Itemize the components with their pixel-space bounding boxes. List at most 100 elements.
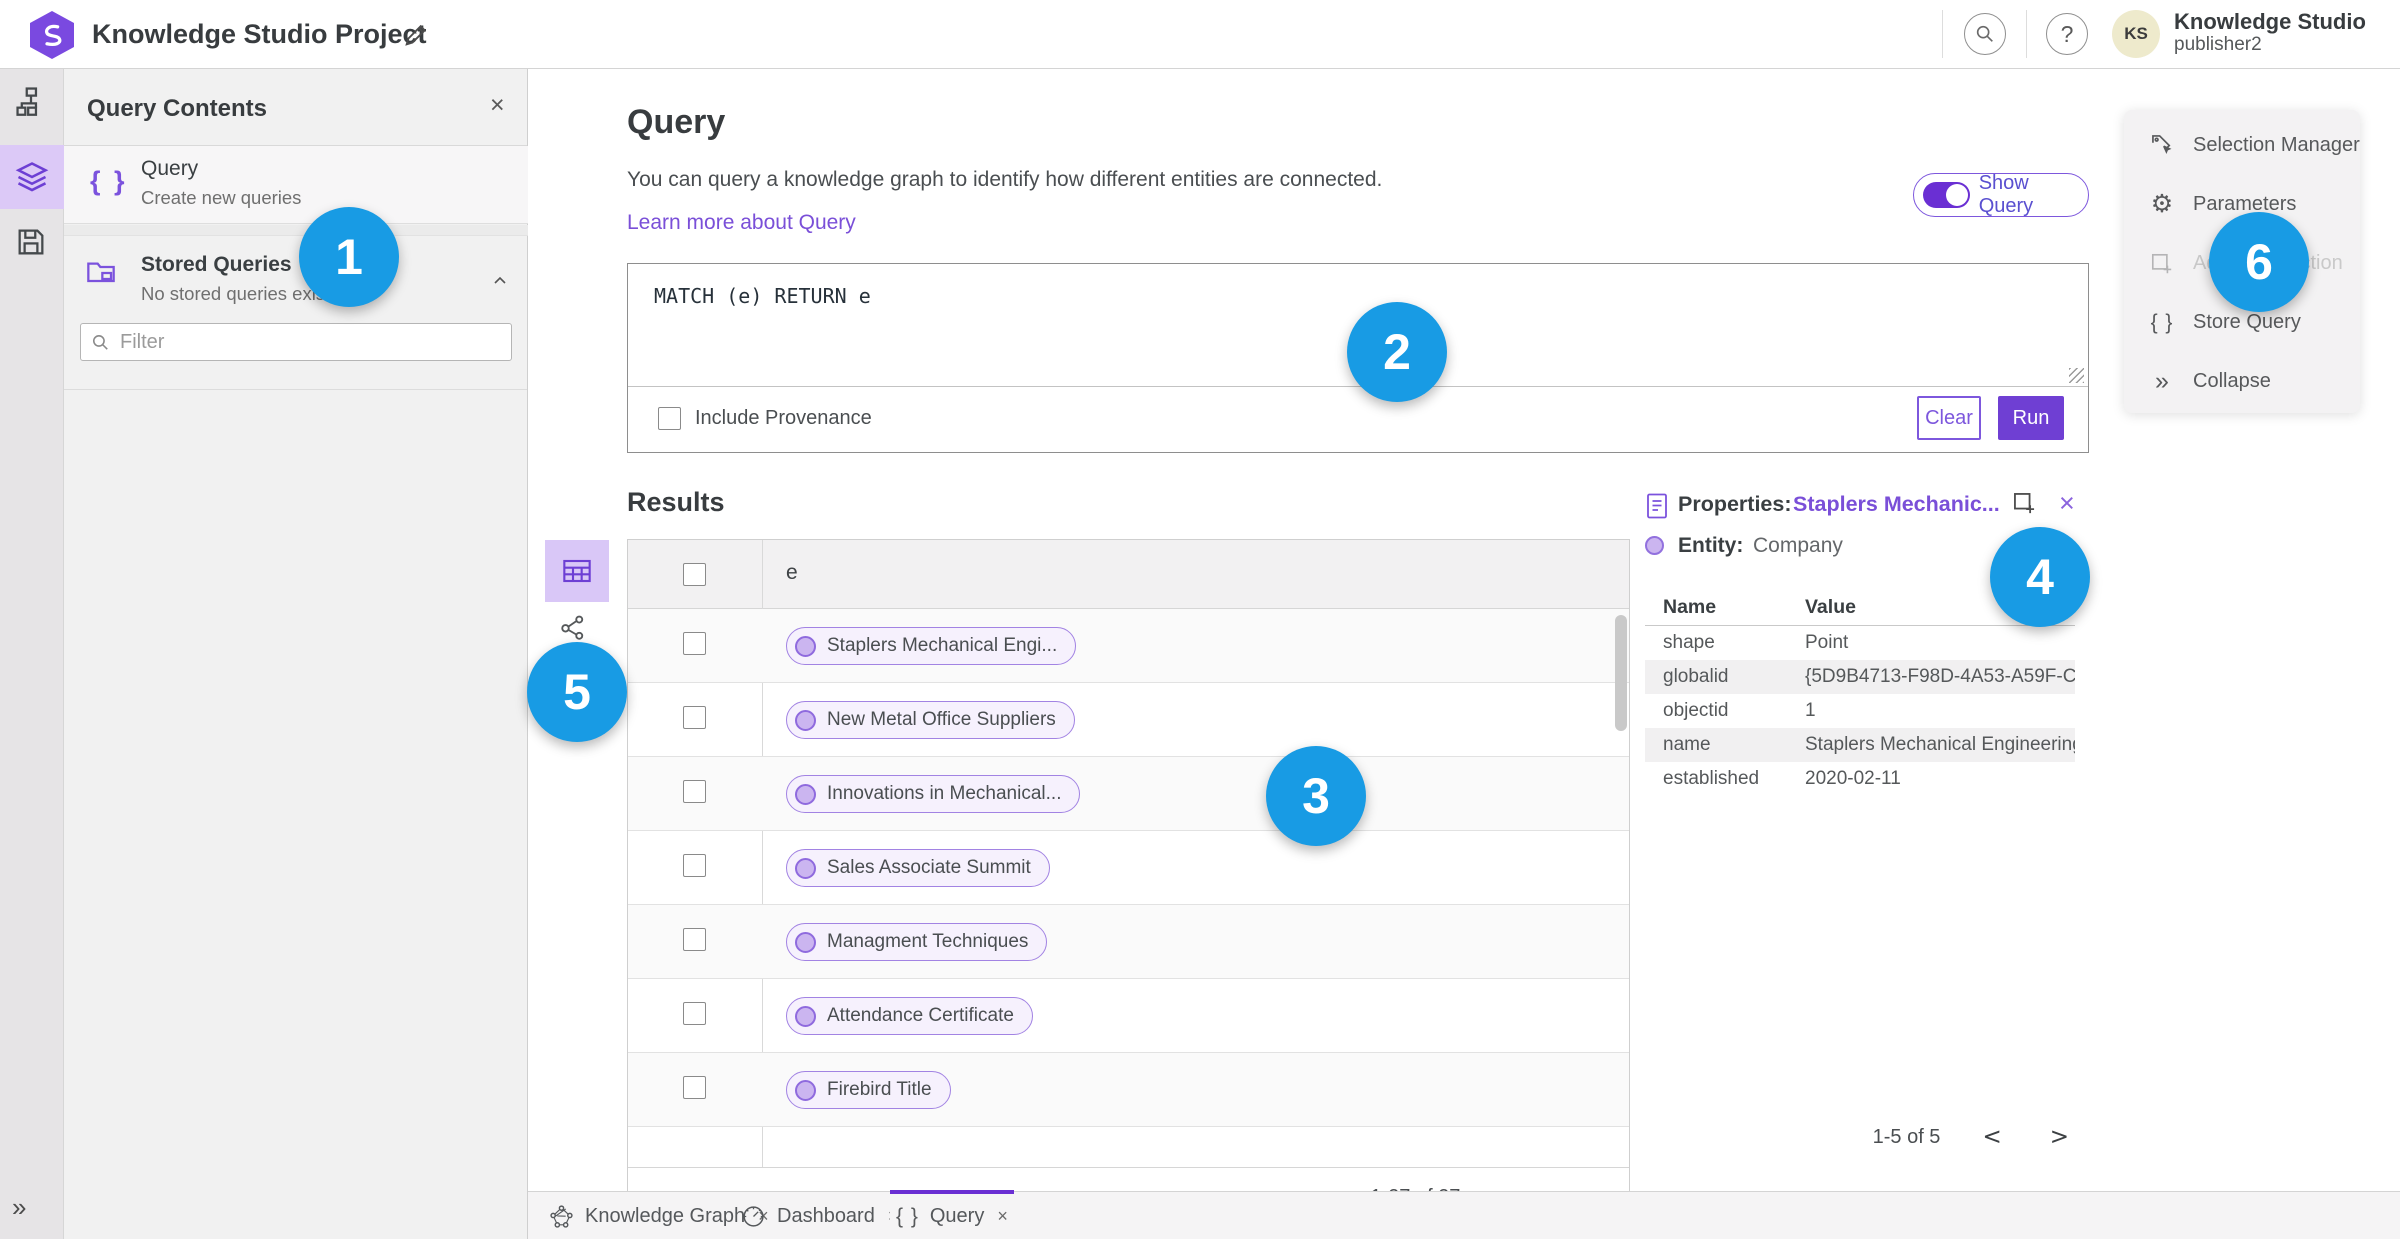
property-value: 1 — [1805, 700, 1816, 721]
annotation-circle-5: 5 — [527, 642, 627, 742]
table-row: Innovations in Mechanical... — [628, 757, 1629, 831]
user-menu[interactable]: Knowledge Studio publisher2 — [2174, 9, 2366, 56]
results-table: e Staplers Mechanical Engi... New Metal O… — [627, 539, 1630, 1228]
property-value: 2020-02-11 — [1805, 768, 1901, 789]
properties-range: 1-5 of 5 — [1872, 1125, 1941, 1148]
layers-tool-active[interactable] — [0, 145, 64, 209]
select-all-checkbox[interactable] — [683, 563, 706, 586]
sidebar-item-query[interactable]: { } Query Create new queries — [64, 146, 528, 224]
link-chart-icon — [561, 615, 584, 640]
properties-prev-page-icon[interactable]: < — [1976, 1124, 2007, 1150]
entity-dot-icon — [795, 635, 816, 657]
entity-chip-label: Staplers Mechanical Engi... — [827, 635, 1058, 656]
toggle-on-icon — [1923, 182, 1970, 208]
table-row: Managment Techniques — [628, 905, 1629, 979]
stored-queries-subtitle: No stored queries exist — [141, 283, 331, 304]
row-checkbox[interactable] — [683, 1002, 706, 1025]
entity-chip[interactable]: Managment Techniques — [786, 923, 1048, 961]
show-query-toggle[interactable]: Show Query — [1913, 172, 2089, 217]
query-textarea[interactable]: MATCH (e) RETURN e — [654, 284, 871, 308]
knowledge-studio-logo-icon — [30, 11, 74, 59]
property-name: name — [1663, 734, 1711, 755]
entity-dot-icon — [795, 783, 816, 805]
row-checkbox[interactable] — [683, 1076, 706, 1099]
tool-item-label: Store Query — [2193, 311, 2301, 333]
search-button[interactable] — [1964, 13, 2006, 55]
entity-chip[interactable]: Firebird Title — [786, 1071, 951, 1109]
stored-queries-folder-icon — [87, 262, 115, 283]
entity-chip[interactable]: Sales Associate Summit — [786, 849, 1050, 887]
filter-input[interactable] — [120, 330, 501, 354]
properties-close-icon[interactable]: × — [2059, 488, 2075, 519]
entity-chip[interactable]: Innovations in Mechanical... — [786, 775, 1081, 813]
tab-dashboard[interactable]: Dashboard× — [735, 1192, 904, 1239]
braces-icon: { } — [2150, 311, 2174, 334]
row-checkbox[interactable] — [683, 706, 706, 729]
row-checkbox[interactable] — [683, 928, 706, 951]
data-model-icon[interactable] — [14, 85, 50, 121]
property-row: name Staplers Mechanical Engineering — [1645, 728, 2075, 762]
stored-queries-title: Stored Queries — [141, 253, 292, 276]
chevron-up-icon[interactable] — [492, 273, 508, 289]
save-icon[interactable] — [14, 225, 50, 261]
annotation-circle-2: 2 — [1347, 302, 1447, 402]
tab-close-icon[interactable]: × — [995, 1206, 1008, 1227]
entity-chip[interactable]: New Metal Office Suppliers — [786, 701, 1075, 739]
entity-chip-label: Sales Associate Summit — [827, 857, 1031, 878]
query-main-area: Query You can query a knowledge graph to… — [528, 69, 2400, 1228]
user-avatar[interactable]: KS — [2112, 10, 2160, 58]
entity-chip[interactable]: Attendance Certificate — [786, 997, 1033, 1035]
run-button[interactable]: Run — [1998, 396, 2064, 440]
entity-dot-icon — [795, 857, 816, 879]
link-chart-view-toggle[interactable] — [558, 612, 590, 644]
properties-next-page-icon[interactable]: > — [2044, 1124, 2075, 1150]
expand-rail-chevrons-icon[interactable]: » — [12, 1192, 26, 1223]
help-button[interactable]: ? — [2046, 13, 2088, 55]
tab-query[interactable]: { } Query × — [890, 1190, 1014, 1238]
bottom-tab-bar: Knowledge Graph × Dashboard×{ } Query × — [528, 1190, 2400, 1239]
property-value: Staplers Mechanical Engineering — [1805, 734, 2075, 755]
property-name: globalid — [1663, 666, 1729, 687]
include-provenance-checkbox[interactable] — [658, 407, 681, 430]
row-checkbox[interactable] — [683, 780, 706, 803]
properties-table: Name Value shape Point globalid {5D9B4713-F… — [1645, 590, 2075, 796]
property-name: established — [1663, 768, 1760, 789]
table-row: Firebird Title — [628, 1053, 1629, 1127]
row-checkbox[interactable] — [683, 632, 706, 655]
properties-label: Properties: — [1678, 492, 1792, 516]
results-table-header: e — [628, 540, 1629, 609]
clear-button[interactable]: Clear — [1917, 396, 1981, 440]
column-header-e: e — [786, 561, 798, 584]
property-name: objectid — [1663, 700, 1729, 721]
entity-chip[interactable]: Staplers Mechanical Engi... — [786, 627, 1077, 665]
entity-chip-label: Firebird Title — [827, 1079, 932, 1100]
layers-icon — [15, 162, 49, 192]
properties-entity-link[interactable]: Staplers Mechanic... — [1793, 492, 2000, 517]
learn-more-link[interactable]: Learn more about Query — [627, 211, 856, 235]
table-view-toggle[interactable] — [545, 540, 609, 602]
entity-type: Company — [1753, 534, 1843, 557]
properties-document-icon — [1647, 493, 1667, 519]
resize-grip-icon[interactable] — [2069, 368, 2084, 383]
property-name: shape — [1663, 632, 1715, 653]
gear-icon: ⚙ — [2150, 190, 2174, 218]
tool-item-selection-manager[interactable]: Selection Manager — [2124, 116, 2360, 175]
table-row: Sales Associate Summit — [628, 831, 1629, 905]
dashboard-icon — [741, 1204, 766, 1229]
row-checkbox[interactable] — [683, 854, 706, 877]
prop-col-name: Name — [1663, 596, 1717, 618]
tool-item-collapse[interactable]: » Collapse — [2124, 352, 2360, 411]
add-to-selection-icon[interactable] — [2011, 490, 2038, 517]
edit-title-pencil-icon[interactable] — [402, 21, 430, 49]
table-row: New Metal Office Suppliers — [628, 683, 1629, 757]
panel-close-icon[interactable]: × — [490, 91, 505, 120]
header-divider — [2026, 10, 2027, 58]
entity-label: Entity: — [1678, 534, 1744, 557]
property-value: Point — [1805, 632, 1849, 653]
property-row: objectid 1 — [1645, 694, 2075, 728]
panel-title: Query Contents — [87, 95, 268, 122]
sidebar-item-stored-queries[interactable]: Stored Queries No stored queries exist — [64, 237, 528, 323]
results-scrollbar-thumb[interactable] — [1615, 615, 1627, 731]
user-name: Knowledge Studio — [2174, 9, 2366, 34]
add-to-selection-icon — [2148, 251, 2176, 277]
